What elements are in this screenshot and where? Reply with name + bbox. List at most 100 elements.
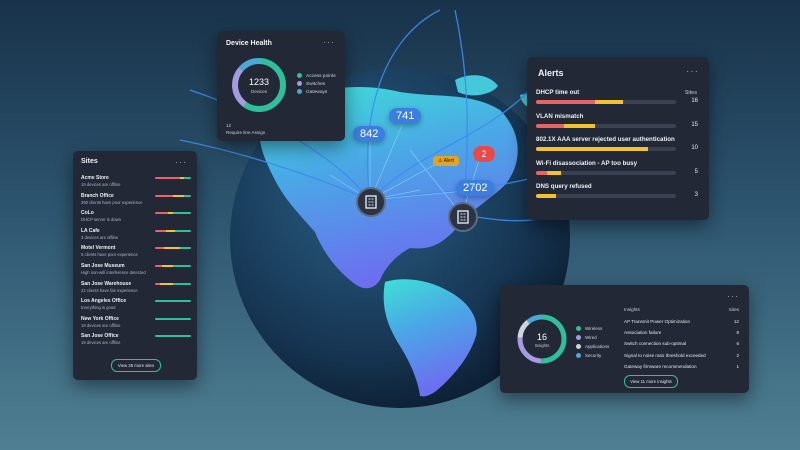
- alert-bar-segment: [536, 147, 648, 151]
- view-more-insights-button[interactable]: View 11 more insights: [624, 375, 678, 388]
- site-health-segment: [173, 265, 191, 267]
- alert-row[interactable]: Wi-Fi disassociation - AP too busy 5: [536, 159, 700, 175]
- site-health-bar: [155, 265, 191, 267]
- more-menu-icon[interactable]: ···: [323, 37, 335, 47]
- site-row[interactable]: San Jose Warehouse 22 clients have fair e…: [81, 281, 191, 293]
- legend-wired: Wired: [576, 335, 597, 341]
- site-health-segment: [155, 317, 191, 320]
- site-health-segment: [155, 177, 181, 179]
- insight-site-count: 2: [736, 352, 739, 358]
- site-health-segment: [155, 212, 168, 215]
- insight-name: Association failure: [624, 330, 662, 336]
- alert-site-count: 16: [691, 98, 698, 104]
- site-status: DHCP server is down: [81, 217, 121, 223]
- insight-row[interactable]: Switch connection sub-optimal 6: [624, 341, 739, 346]
- site-health-segment: [173, 194, 184, 197]
- site-count-bubble-741[interactable]: 741: [389, 108, 422, 124]
- alert-name: DNS query refused: [536, 183, 592, 190]
- alert-name: VLAN mismatch: [536, 112, 584, 120]
- site-row[interactable]: LA Cafe 3 devices are offline: [81, 228, 191, 240]
- device-donut-chart: 1233 Devices: [232, 58, 286, 112]
- alert-bar-segment: [547, 170, 562, 175]
- device-total: 1233: [249, 77, 269, 87]
- alert-name: Wi-Fi disassociation - AP too busy: [536, 159, 638, 167]
- insight-site-count: 12: [733, 319, 739, 324]
- device-health-footer: 12 Require line Assign: [226, 123, 266, 135]
- site-health-segment: [173, 282, 191, 285]
- legend-access-points: Access points: [297, 73, 336, 79]
- alert-bar: [536, 100, 676, 104]
- site-health-bar: [155, 282, 191, 285]
- device-health-title: Device Health: [226, 40, 272, 47]
- alert-bar-segment: [594, 100, 623, 104]
- site-health-segment: [174, 229, 191, 232]
- insight-name: Signal to noise ratio threshold exceeded: [624, 352, 706, 358]
- site-health-segment: [173, 212, 191, 215]
- alerts-card: Alerts ··· Sites DHCP time out 16 VLAN mis…: [527, 57, 709, 220]
- site-status: 3 devices are offline: [81, 234, 119, 240]
- alert-bar-segment: [564, 123, 595, 128]
- sites-card: Sites ··· Acme Store 19 devices are offli…: [73, 151, 197, 380]
- site-row[interactable]: Motel Vermont 5 clients have poor experie…: [81, 245, 191, 257]
- more-menu-icon[interactable]: ···: [175, 157, 187, 167]
- view-more-sites-button[interactable]: View 35 more sites: [111, 359, 161, 372]
- more-menu-icon[interactable]: ···: [686, 66, 699, 77]
- site-row[interactable]: New York Office 19 devices are offline: [81, 316, 191, 328]
- insight-name: Gateway firmware recommendation: [624, 363, 697, 369]
- insights-card: ··· 16 Insights Wireless Wired Applicati…: [500, 285, 749, 393]
- insight-row[interactable]: Association failure 8: [624, 330, 739, 335]
- alert-count-badge[interactable]: 2: [473, 146, 495, 162]
- alert-bar-segment: [536, 170, 548, 175]
- building-pin-icon[interactable]: [356, 187, 386, 217]
- site-health-segment: [155, 265, 163, 267]
- alert-row[interactable]: DHCP time out 16: [536, 89, 700, 104]
- site-health-segment: [155, 229, 166, 232]
- alert-bar-segment: [536, 194, 556, 198]
- site-health-segment: [183, 194, 191, 197]
- device-total-label: Devices: [251, 89, 268, 94]
- site-health-segment: [165, 229, 175, 232]
- site-row[interactable]: CoLo DHCP server is down: [81, 210, 191, 222]
- alert-site-count: 5: [694, 168, 698, 175]
- site-row[interactable]: Los Angeles Office Everything is good: [81, 298, 191, 310]
- more-menu-icon[interactable]: ···: [727, 291, 739, 301]
- site-health-bar: [155, 229, 191, 232]
- alert-bar-segment: [536, 100, 595, 104]
- site-row[interactable]: Acme Store 19 devices are offline: [81, 175, 191, 187]
- site-count-bubble-842[interactable]: 842: [353, 126, 386, 142]
- alert-row[interactable]: 802.1X AAA server rejected user authenti…: [536, 136, 700, 151]
- site-row[interactable]: Branch Office 360 clients have poor exper…: [81, 193, 191, 205]
- alert-site-count: 10: [691, 145, 698, 151]
- alert-tag[interactable]: ⚠ Alert: [433, 156, 459, 166]
- site-status: 22 clients have fair experience: [81, 287, 138, 293]
- site-count-bubble-2702[interactable]: 2702: [456, 180, 495, 196]
- alert-row[interactable]: VLAN mismatch 15: [536, 112, 700, 128]
- site-status: 19 devices are offline: [81, 340, 121, 346]
- legend-wireless: Wireless: [576, 326, 602, 332]
- site-status: 360 clients have poor experience: [81, 199, 143, 205]
- legend-gateways: Gateways: [297, 89, 327, 95]
- device-health-card: Device Health ··· 1233 Devices Access po…: [217, 31, 345, 141]
- alert-name: DHCP time out: [536, 89, 580, 96]
- insights-sites-header: Sites: [728, 307, 739, 312]
- insights-donut-chart: 16 Insights: [517, 314, 567, 364]
- insights-total-label: Insights: [535, 343, 550, 348]
- insight-row[interactable]: Signal to noise ratio threshold exceeded…: [624, 353, 739, 358]
- insight-row[interactable]: Gateway firmware recommendation 1: [624, 364, 739, 369]
- site-health-segment: [183, 177, 191, 179]
- site-health-segment: [155, 194, 173, 197]
- insight-row[interactable]: AP Transmit Power Optimization 12: [624, 319, 739, 324]
- alert-site-count: 15: [691, 121, 698, 128]
- alert-name: 802.1X AAA server rejected user authenti…: [536, 136, 675, 143]
- building-icon: [365, 195, 377, 209]
- site-health-segment: [155, 300, 191, 303]
- alerts-title: Alerts: [538, 68, 564, 78]
- site-status: 5 clients have poor experience: [81, 252, 138, 258]
- alert-row[interactable]: DNS query refused 3: [536, 183, 700, 198]
- building-pin-icon[interactable]: [448, 202, 478, 232]
- site-row[interactable]: San Jose Museum High non-wifi interferenc…: [81, 263, 191, 275]
- sites-title: Sites: [81, 158, 98, 165]
- site-row[interactable]: San Jose Office 19 devices are offline: [81, 333, 191, 345]
- insight-name: Switch connection sub-optimal: [624, 341, 687, 347]
- alert-bar: [536, 147, 676, 151]
